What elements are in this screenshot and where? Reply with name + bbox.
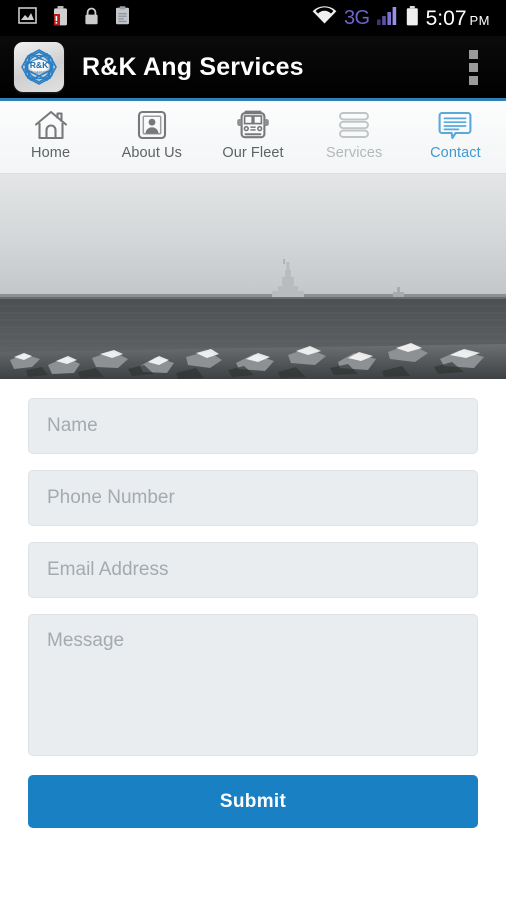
- tab-contact-label: Contact: [430, 145, 481, 161]
- tab-our-fleet[interactable]: Our Fleet: [202, 101, 303, 173]
- tab-home[interactable]: Home: [0, 101, 101, 173]
- app-title: R&K Ang Services: [82, 52, 304, 81]
- speech-bubble-icon: [437, 108, 473, 142]
- list-bars-icon: [336, 108, 372, 142]
- battery-alert-icon: [53, 5, 68, 31]
- hero-photo-graphic: [0, 174, 506, 379]
- home-icon: [33, 108, 69, 142]
- wifi-icon: [312, 6, 337, 30]
- submit-button[interactable]: Submit: [28, 775, 478, 828]
- status-bar-notifications: [10, 5, 130, 31]
- signal-bars-icon: [376, 6, 399, 30]
- clock-time: 5:07: [425, 6, 467, 30]
- tab-services[interactable]: Services: [304, 101, 405, 173]
- message-textarea[interactable]: [28, 614, 478, 756]
- network-type-label: 3G: [343, 7, 370, 29]
- status-bar-system: 3G 5:07 PM: [312, 5, 496, 31]
- hero-image: [0, 174, 506, 379]
- battery-icon: [406, 5, 419, 31]
- image-icon: [18, 7, 37, 29]
- tab-about-us[interactable]: About Us: [101, 101, 202, 173]
- phone-input[interactable]: [28, 470, 478, 526]
- lock-icon: [84, 7, 99, 30]
- clock-meridiem: PM: [469, 12, 490, 28]
- overflow-menu-icon[interactable]: [460, 45, 486, 89]
- tab-our-fleet-label: Our Fleet: [222, 145, 284, 161]
- clipboard-icon: [115, 6, 130, 30]
- status-bar: 3G 5:07 PM: [0, 0, 506, 36]
- svg-text:R&K: R&K: [30, 60, 49, 70]
- app-logo-icon[interactable]: R&K ANG SERVICES: [14, 42, 64, 92]
- tab-about-us-label: About Us: [121, 145, 183, 161]
- tab-home-label: Home: [31, 145, 71, 161]
- bus-icon: [234, 108, 272, 142]
- svg-text:ANG SERVICES: ANG SERVICES: [26, 71, 53, 75]
- tab-services-label: Services: [326, 145, 383, 161]
- name-input[interactable]: [28, 398, 478, 454]
- contact-form: Submit: [0, 379, 506, 828]
- app-bar: R&K ANG SERVICES R&K Ang Services: [0, 36, 506, 101]
- tab-bar: Home About Us Our Fleet Services Contact: [0, 101, 506, 174]
- status-bar-clock: 5:07 PM: [426, 8, 490, 29]
- tab-contact[interactable]: Contact: [405, 101, 506, 173]
- portrait-frame-icon: [135, 108, 169, 142]
- email-input[interactable]: [28, 542, 478, 598]
- app-screen: 3G 5:07 PM R&K ANG SERVICES R&K Ang Serv…: [0, 0, 506, 900]
